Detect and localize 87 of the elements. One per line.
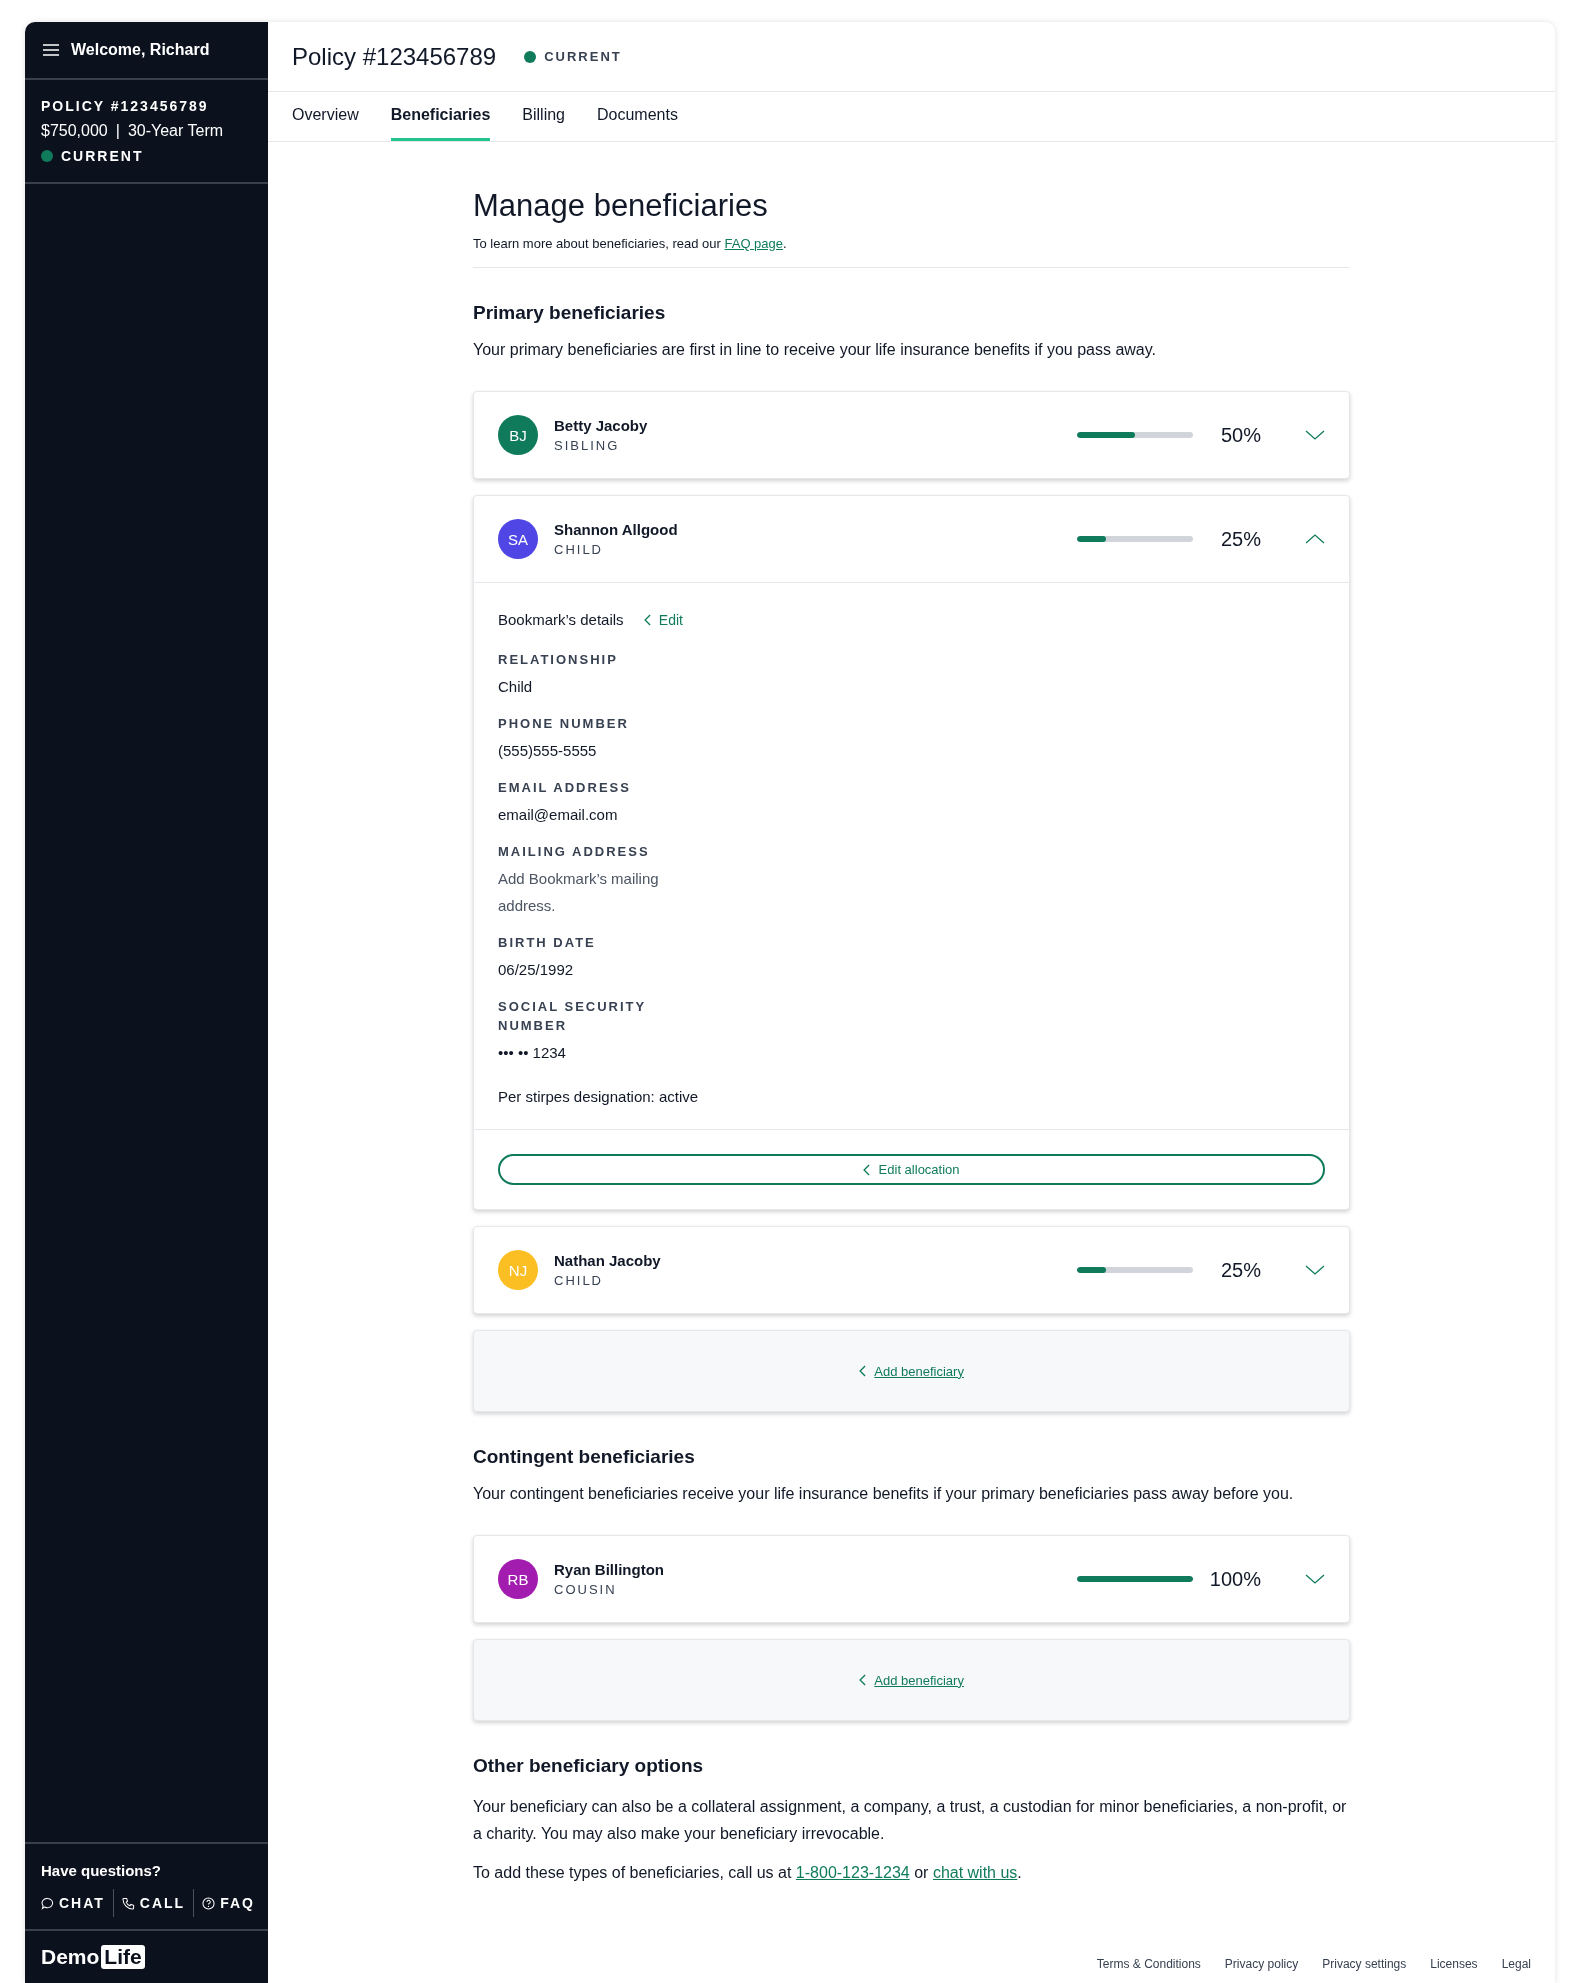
beneficiary-name: Betty Jacoby xyxy=(554,417,649,434)
avatar: RB xyxy=(498,1559,538,1599)
add-beneficiary-link[interactable]: Add beneficiary xyxy=(859,1363,964,1379)
field-label: EMAIL ADDRESS xyxy=(498,779,632,797)
section-description: Your contingent beneficiaries receive your life insurance benefits if your primary beneficiaries pass away before you. xyxy=(473,1484,1295,1504)
field-value: ••• •• 1234 xyxy=(498,1043,567,1063)
faq-link[interactable]: FAQ page xyxy=(724,236,784,251)
chevron-icon xyxy=(1305,1574,1325,1584)
term-text: 30-Year Term xyxy=(127,122,224,140)
beneficiary-name: Ryan Billington xyxy=(554,1561,665,1578)
expand-toggle[interactable] xyxy=(1305,534,1325,544)
chat-icon xyxy=(41,1896,54,1910)
footer-link[interactable]: Legal xyxy=(1501,1957,1531,1971)
relationship-label: COUSIN xyxy=(554,1582,618,1597)
chevron-icon xyxy=(643,613,651,626)
coverage-amount: $750,000 xyxy=(41,122,108,140)
chat-link[interactable]: chat with us xyxy=(932,1864,1018,1881)
footer-link[interactable]: Privacy settings xyxy=(1322,1957,1407,1971)
field-label: MAILING ADDRESS xyxy=(498,843,651,861)
chevron-icon xyxy=(1305,430,1325,440)
expand-toggle[interactable] xyxy=(1305,430,1325,440)
menu-icon[interactable] xyxy=(43,44,59,56)
relationship-label: CHILD xyxy=(554,542,604,557)
policy-number: POLICY #123456789 xyxy=(41,98,210,114)
field-value: (555)555-5555 xyxy=(498,741,598,761)
field-value: Child xyxy=(498,677,534,697)
separator: | xyxy=(115,122,120,140)
status-text: CURRENT xyxy=(544,49,622,64)
chevron-icon xyxy=(859,1674,867,1686)
footer-link[interactable]: Privacy policy xyxy=(1224,1957,1299,1971)
logo-text: Demo xyxy=(41,1945,100,1969)
welcome-text: Welcome, Richard xyxy=(71,41,210,59)
chevron-icon xyxy=(859,1365,867,1377)
field-value: email@email.com xyxy=(498,805,619,825)
field-label: RELATIONSHIP xyxy=(498,651,619,669)
chevron-icon xyxy=(1305,534,1325,544)
field-value: Add Bookmark’s mailing address. xyxy=(498,869,660,916)
field-label: SOCIAL SECURITY NUMBER xyxy=(498,998,647,1035)
help-link[interactable]: CALL xyxy=(112,1889,194,1917)
allocation-percent: 100% xyxy=(1209,1567,1261,1591)
field-label: PHONE NUMBER xyxy=(498,715,630,733)
edit-allocation-button[interactable]: Edit allocation xyxy=(498,1154,1325,1185)
chevron-icon xyxy=(1305,1265,1325,1275)
logo-badge: Life xyxy=(101,1945,145,1969)
status-dot xyxy=(524,50,537,63)
allocation-percent: 50% xyxy=(1219,423,1261,447)
beneficiary-name: Shannon Allgood xyxy=(554,521,679,538)
footer-link[interactable]: Terms & Conditions xyxy=(1096,1957,1201,1971)
relationship-label: CHILD xyxy=(554,1273,604,1288)
footer-link[interactable]: Licenses xyxy=(1430,1957,1478,1971)
intro-text: To learn more about beneficiaries, read our FAQ page. xyxy=(473,236,1350,268)
tab[interactable]: Overview xyxy=(292,92,359,141)
page-title: Manage beneficiaries xyxy=(473,188,769,224)
help-title: Have questions? xyxy=(40,1861,163,1881)
phone-link[interactable]: 1-800-123-1234 xyxy=(795,1864,910,1881)
add-beneficiary-link[interactable]: Add beneficiary xyxy=(859,1672,964,1688)
edit-link[interactable]: Edit xyxy=(643,611,683,628)
section-description: Your primary beneficiaries are first in line to receive your life insurance benefits if you pass away. xyxy=(473,340,1157,360)
avatar: SA xyxy=(498,519,538,559)
help-link[interactable]: CHAT xyxy=(37,1889,113,1917)
chevron-icon xyxy=(863,1163,871,1176)
tab[interactable]: Billing xyxy=(522,92,565,141)
beneficiary-name: Nathan Jacoby xyxy=(554,1252,662,1269)
help-icon xyxy=(202,1896,216,1910)
help-link[interactable]: FAQ xyxy=(193,1889,263,1917)
tab[interactable]: Beneficiaries xyxy=(390,92,491,141)
relationship-label: SIBLING xyxy=(554,438,621,453)
section-title: Contingent beneficiaries xyxy=(473,1446,696,1468)
options-text: Your beneficiary can also be a collateral assignment, a company, a trust, a custodian for minor beneficiaries, a non-profit, or a charity. You may also make your beneficiary irrevocable. xyxy=(473,1797,1348,1844)
expand-toggle[interactable] xyxy=(1305,1574,1325,1584)
details-heading: Bookmark’s details xyxy=(498,611,624,628)
allocation-percent: 25% xyxy=(1219,1258,1261,1282)
allocation-percent: 25% xyxy=(1219,527,1261,551)
policy-title: Policy #123456789 xyxy=(292,42,497,71)
avatar: NJ xyxy=(498,1250,538,1290)
tab[interactable]: Documents xyxy=(597,92,678,141)
avatar: BJ xyxy=(498,415,538,455)
field-label: BIRTH DATE xyxy=(498,934,597,952)
status-dot xyxy=(41,150,53,162)
field-value: 06/25/1992 xyxy=(498,960,575,980)
per-stirpes-text: Per stirpes designation: active xyxy=(498,1088,700,1105)
status-text: CURRENT xyxy=(61,148,144,164)
contact-text: To add these types of beneficiaries, call us at 1-800-123-1234 or chat with us. xyxy=(473,1863,1023,1883)
section-title: Other beneficiary options xyxy=(473,1755,705,1777)
section-title: Primary beneficiaries xyxy=(473,302,667,324)
phone-icon xyxy=(121,1896,135,1910)
expand-toggle[interactable] xyxy=(1305,1265,1325,1275)
